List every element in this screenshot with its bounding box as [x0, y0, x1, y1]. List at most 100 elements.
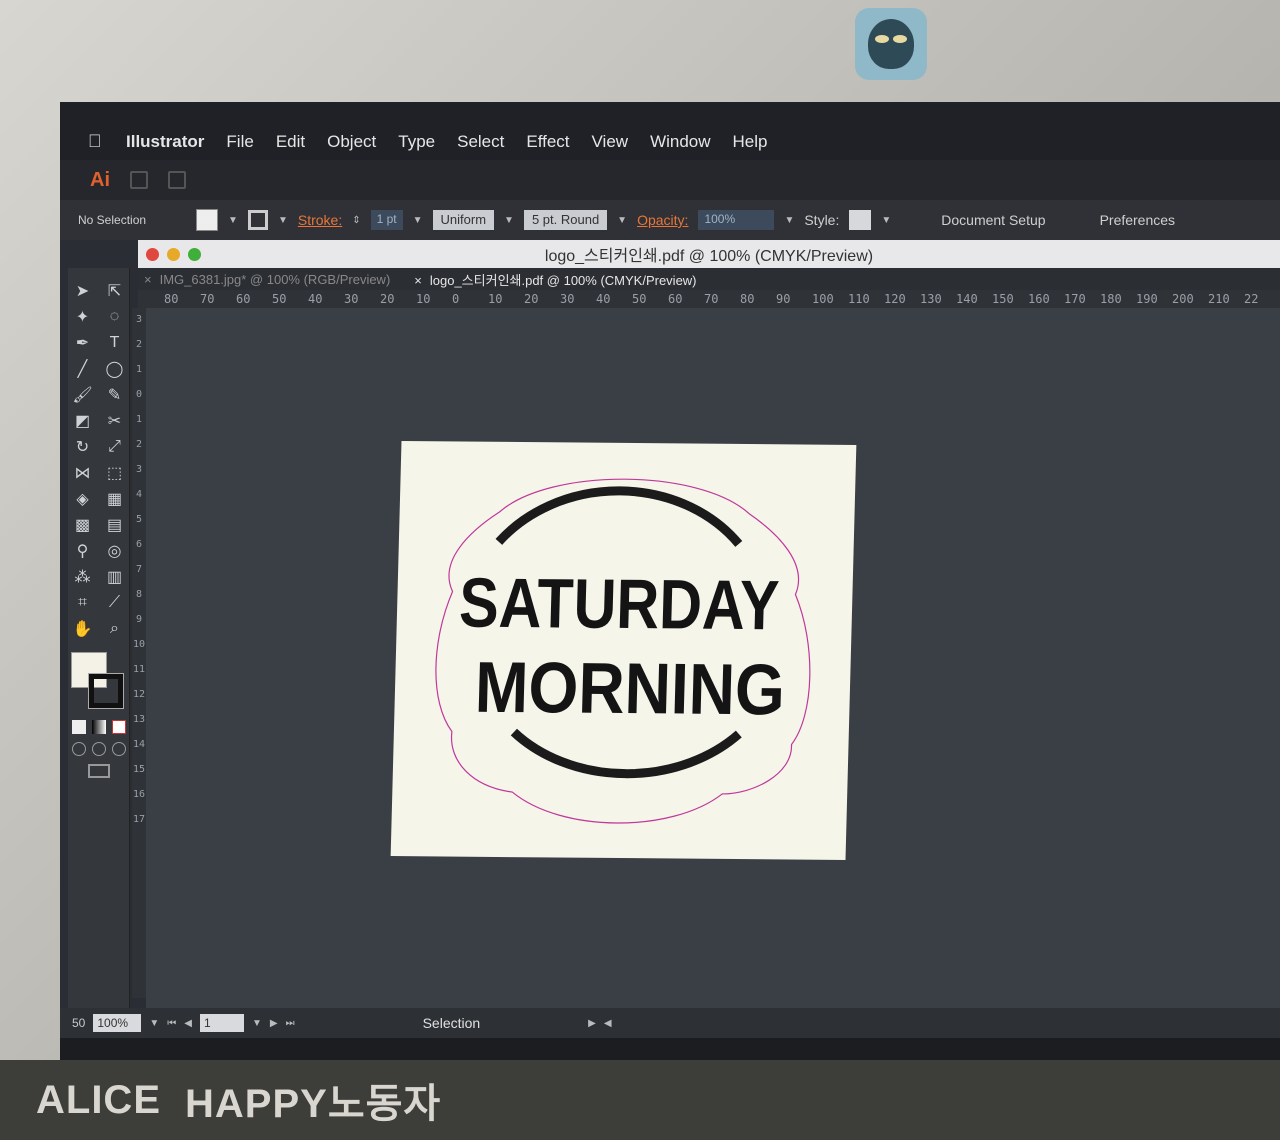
ruler-tick: 7	[135, 564, 143, 575]
magic-wand-icon[interactable]: ✦	[72, 306, 94, 328]
artboard-icon[interactable]: ⌗	[72, 592, 94, 614]
zoom-prefix: 50	[72, 1016, 86, 1030]
chevron-down-icon[interactable]: ▼	[413, 215, 423, 226]
variable-width-profile[interactable]: Uniform	[432, 210, 495, 230]
close-tab-icon[interactable]: ×	[414, 273, 422, 288]
type-tool-icon[interactable]: T	[104, 332, 126, 354]
status-menu-icon[interactable]: ▶	[588, 1018, 596, 1029]
ruler-tick: 22	[1244, 292, 1259, 306]
ruler-tick: 12	[132, 689, 146, 700]
scissors-icon[interactable]: ✂	[104, 410, 126, 432]
gradient-icon[interactable]: ▤	[104, 514, 126, 536]
stroke-weight-field[interactable]: 1 pt	[370, 210, 403, 230]
gradient-mode-icon[interactable]	[91, 720, 106, 734]
minimize-icon[interactable]	[167, 248, 180, 261]
tab-logo-pdf[interactable]: × logo_스티커인쇄.pdf @ 100% (CMYK/Preview)	[414, 270, 696, 289]
selection-tool-icon[interactable]: ➤	[72, 280, 94, 302]
chevron-down-icon[interactable]: ▼	[252, 1018, 262, 1029]
stroke-swatch[interactable]	[247, 210, 268, 230]
perspective-grid-icon[interactable]: ▦	[104, 488, 126, 510]
apple-icon[interactable]: 	[88, 131, 126, 152]
current-tool-label[interactable]: Selection	[423, 1015, 481, 1031]
line-tool-icon[interactable]: ╱	[72, 358, 94, 380]
sticker-logo[interactable]: SATURDAY MORNING	[391, 441, 857, 860]
draw-behind-icon[interactable]	[91, 742, 106, 756]
zoom-window-icon[interactable]	[188, 248, 201, 261]
slice-icon[interactable]: ⟋	[104, 592, 126, 614]
menu-object[interactable]: Object	[327, 132, 376, 152]
mesh-icon[interactable]: ▩	[72, 514, 94, 536]
menu-help[interactable]: Help	[733, 132, 768, 152]
direct-selection-tool-icon[interactable]: ⇱	[104, 280, 126, 302]
shape-builder-icon[interactable]: ◈	[72, 488, 94, 510]
stepper-icon[interactable]: ⇕	[352, 215, 360, 226]
document-title: logo_스티커인쇄.pdf @ 100% (CMYK/Preview)	[544, 248, 874, 265]
chevron-down-icon[interactable]: ▼	[784, 215, 794, 226]
ruler-tick: 40	[308, 292, 323, 306]
chevron-down-icon[interactable]: ▼	[228, 215, 238, 226]
screen:  Illustrator File Edit Object Type Sele…	[60, 102, 1280, 1082]
canvas[interactable]: SATURDAY MORNING	[146, 308, 1280, 1008]
menu-illustrator[interactable]: Illustrator	[126, 132, 204, 152]
chevron-down-icon[interactable]: ▼	[504, 215, 514, 226]
symbol-sprayer-icon[interactable]: ⁂	[72, 566, 94, 588]
paintbrush-icon[interactable]: 🖌	[72, 384, 94, 406]
tab-img-6381[interactable]: × IMG_6381.jpg* @ 100% (RGB/Preview)	[144, 272, 390, 287]
close-tab-icon[interactable]: ×	[144, 272, 152, 287]
rotate-icon[interactable]: ↻	[72, 436, 94, 458]
screen-mode-icon[interactable]	[87, 764, 110, 778]
menu-type[interactable]: Type	[398, 132, 435, 152]
bridge-icon[interactable]	[130, 171, 148, 189]
eraser-icon[interactable]: ◩	[72, 410, 94, 432]
lasso-icon[interactable]: ◌	[104, 306, 126, 328]
draw-normal-icon[interactable]	[71, 742, 86, 756]
artboard[interactable]: SATURDAY MORNING	[390, 440, 857, 861]
eyedropper-icon[interactable]: ⚲	[72, 540, 94, 562]
document-setup-button[interactable]: Document Setup	[931, 212, 1055, 228]
stroke-label[interactable]: Stroke:	[298, 212, 342, 228]
pen-tool-icon[interactable]: ✒	[72, 332, 94, 354]
hand-icon[interactable]: ✋	[72, 618, 94, 640]
scale-icon[interactable]: ⤢	[104, 436, 126, 458]
zoom-field[interactable]: 100%	[93, 1014, 142, 1032]
none-mode-icon[interactable]	[111, 720, 126, 734]
next-artboard-icon[interactable]: ▶	[270, 1018, 278, 1029]
blend-icon[interactable]: ◎	[104, 540, 126, 562]
menu-view[interactable]: View	[592, 132, 629, 152]
style-swatch[interactable]	[849, 210, 872, 230]
stroke-color[interactable]	[87, 673, 124, 709]
scroll-left-icon[interactable]: ◀	[604, 1018, 612, 1029]
menu-file[interactable]: File	[226, 132, 253, 152]
color-mode-icon[interactable]	[71, 720, 86, 734]
first-artboard-icon[interactable]: ⏮	[167, 1018, 176, 1029]
opacity-label[interactable]: Opacity:	[637, 212, 688, 228]
free-transform-icon[interactable]: ⬚	[104, 462, 126, 484]
fill-stroke-control[interactable]	[70, 652, 127, 712]
zoom-icon[interactable]: ⌕	[104, 618, 126, 640]
menu-effect[interactable]: Effect	[526, 132, 569, 152]
menu-window[interactable]: Window	[650, 132, 710, 152]
brush-definition[interactable]: 5 pt. Round	[523, 210, 608, 230]
chevron-down-icon[interactable]: ▼	[149, 1018, 159, 1029]
menu-edit[interactable]: Edit	[276, 132, 305, 152]
graph-icon[interactable]: ▥	[104, 566, 126, 588]
last-artboard-icon[interactable]: ⏭	[286, 1018, 295, 1029]
ai-logo: Ai	[90, 168, 110, 191]
preferences-button[interactable]: Preferences	[1090, 212, 1185, 228]
menu-select[interactable]: Select	[457, 132, 504, 152]
opacity-field[interactable]: 100%	[698, 210, 775, 230]
chevron-down-icon[interactable]: ▼	[617, 215, 627, 226]
ruler-tick: 100	[812, 292, 834, 306]
chevron-down-icon[interactable]: ▼	[278, 215, 288, 226]
prev-artboard-icon[interactable]: ◀	[184, 1018, 192, 1029]
chevron-down-icon[interactable]: ▼	[881, 215, 891, 226]
ruler-tick: 15	[132, 764, 146, 775]
artboard-number-field[interactable]: 1	[199, 1014, 244, 1032]
fill-swatch[interactable]	[196, 209, 219, 231]
width-tool-icon[interactable]: ⋈	[72, 462, 94, 484]
ellipse-tool-icon[interactable]: ◯	[104, 358, 126, 380]
close-icon[interactable]	[146, 248, 159, 261]
pencil-icon[interactable]: ✎	[104, 384, 126, 406]
arrange-documents-icon[interactable]	[168, 171, 186, 189]
draw-inside-icon[interactable]	[111, 742, 126, 756]
